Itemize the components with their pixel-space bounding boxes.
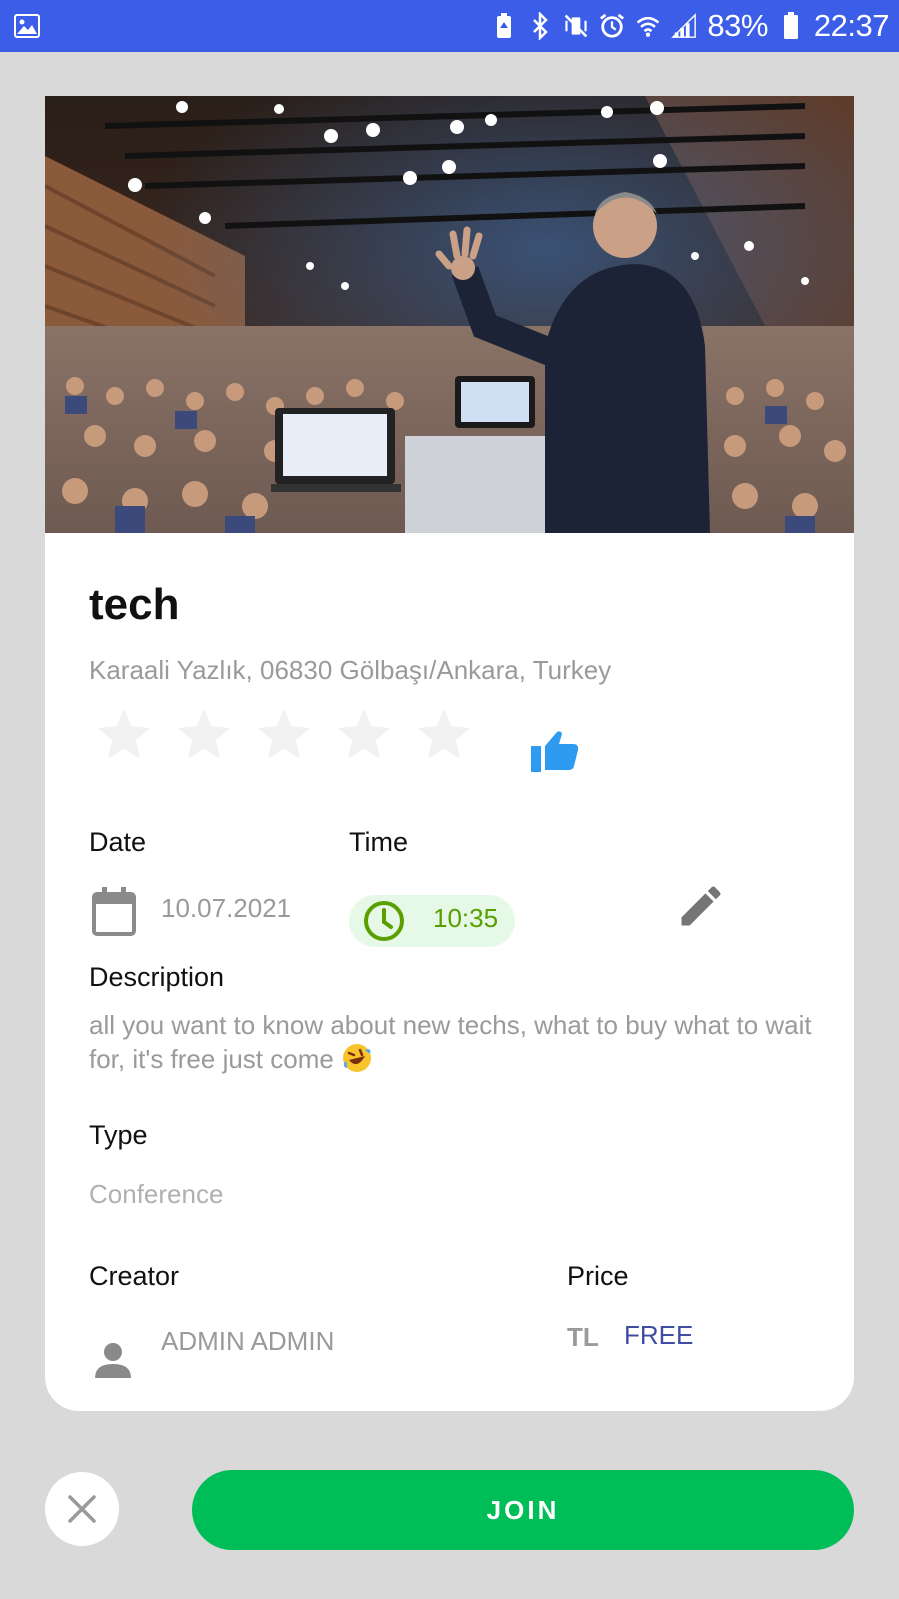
description-text: all you want to know about new techs, wh… bbox=[89, 1008, 819, 1076]
bluetooth-icon bbox=[527, 11, 553, 41]
vibrate-icon bbox=[563, 11, 589, 41]
type-value: Conference bbox=[89, 1179, 224, 1209]
creator-name[interactable]: ADMIN ADMIN bbox=[161, 1326, 334, 1357]
type-label: Type bbox=[89, 1120, 148, 1150]
star-icon[interactable] bbox=[253, 704, 315, 766]
time-value: 10:35 bbox=[433, 903, 499, 933]
star-icon[interactable] bbox=[93, 704, 155, 766]
time-label: Time bbox=[349, 827, 408, 857]
price-currency: TL bbox=[567, 1322, 599, 1352]
clock-icon bbox=[364, 901, 404, 941]
star-icon[interactable] bbox=[413, 704, 475, 766]
event-address: Karaali Yazlık, 06830 Gölbaşı/Ankara, Tu… bbox=[89, 655, 612, 685]
star-icon[interactable] bbox=[173, 704, 235, 766]
gallery-icon bbox=[14, 14, 40, 38]
close-icon bbox=[68, 1495, 96, 1523]
calendar-icon bbox=[92, 887, 136, 936]
price-value: FREE bbox=[624, 1320, 694, 1350]
event-image bbox=[45, 96, 854, 533]
rofl-emoji-icon bbox=[343, 1044, 372, 1072]
thumbs-up-icon[interactable] bbox=[531, 728, 579, 772]
event-card: tech Karaali Yazlık, 06830 Gölbaşı/Ankar… bbox=[45, 96, 854, 1411]
date-label: Date bbox=[89, 827, 147, 857]
battery-saver-icon bbox=[491, 11, 517, 41]
description-body: all you want to know about new techs, wh… bbox=[89, 1010, 812, 1074]
creator-label: Creator bbox=[89, 1261, 180, 1291]
event-title: tech bbox=[89, 580, 180, 629]
time-pill[interactable]: 10:35 bbox=[349, 895, 515, 947]
person-icon bbox=[95, 1343, 131, 1378]
join-button[interactable]: JOIN bbox=[192, 1470, 854, 1550]
description-label: Description bbox=[89, 962, 225, 992]
date-value: 10.07.2021 bbox=[161, 893, 292, 923]
status-clock: 22:37 bbox=[813, 8, 890, 43]
status-bar: 83% 22:37 bbox=[0, 0, 899, 52]
star-icon[interactable] bbox=[333, 704, 395, 766]
rating-stars[interactable] bbox=[93, 704, 475, 766]
battery-percent: 83% bbox=[707, 8, 768, 43]
price-label: Price bbox=[567, 1261, 629, 1291]
close-button[interactable] bbox=[45, 1472, 119, 1546]
battery-icon bbox=[778, 11, 804, 41]
edit-icon[interactable] bbox=[675, 880, 727, 932]
signal-icon bbox=[671, 11, 697, 41]
wifi-icon bbox=[635, 11, 661, 41]
alarm-icon bbox=[599, 11, 625, 41]
